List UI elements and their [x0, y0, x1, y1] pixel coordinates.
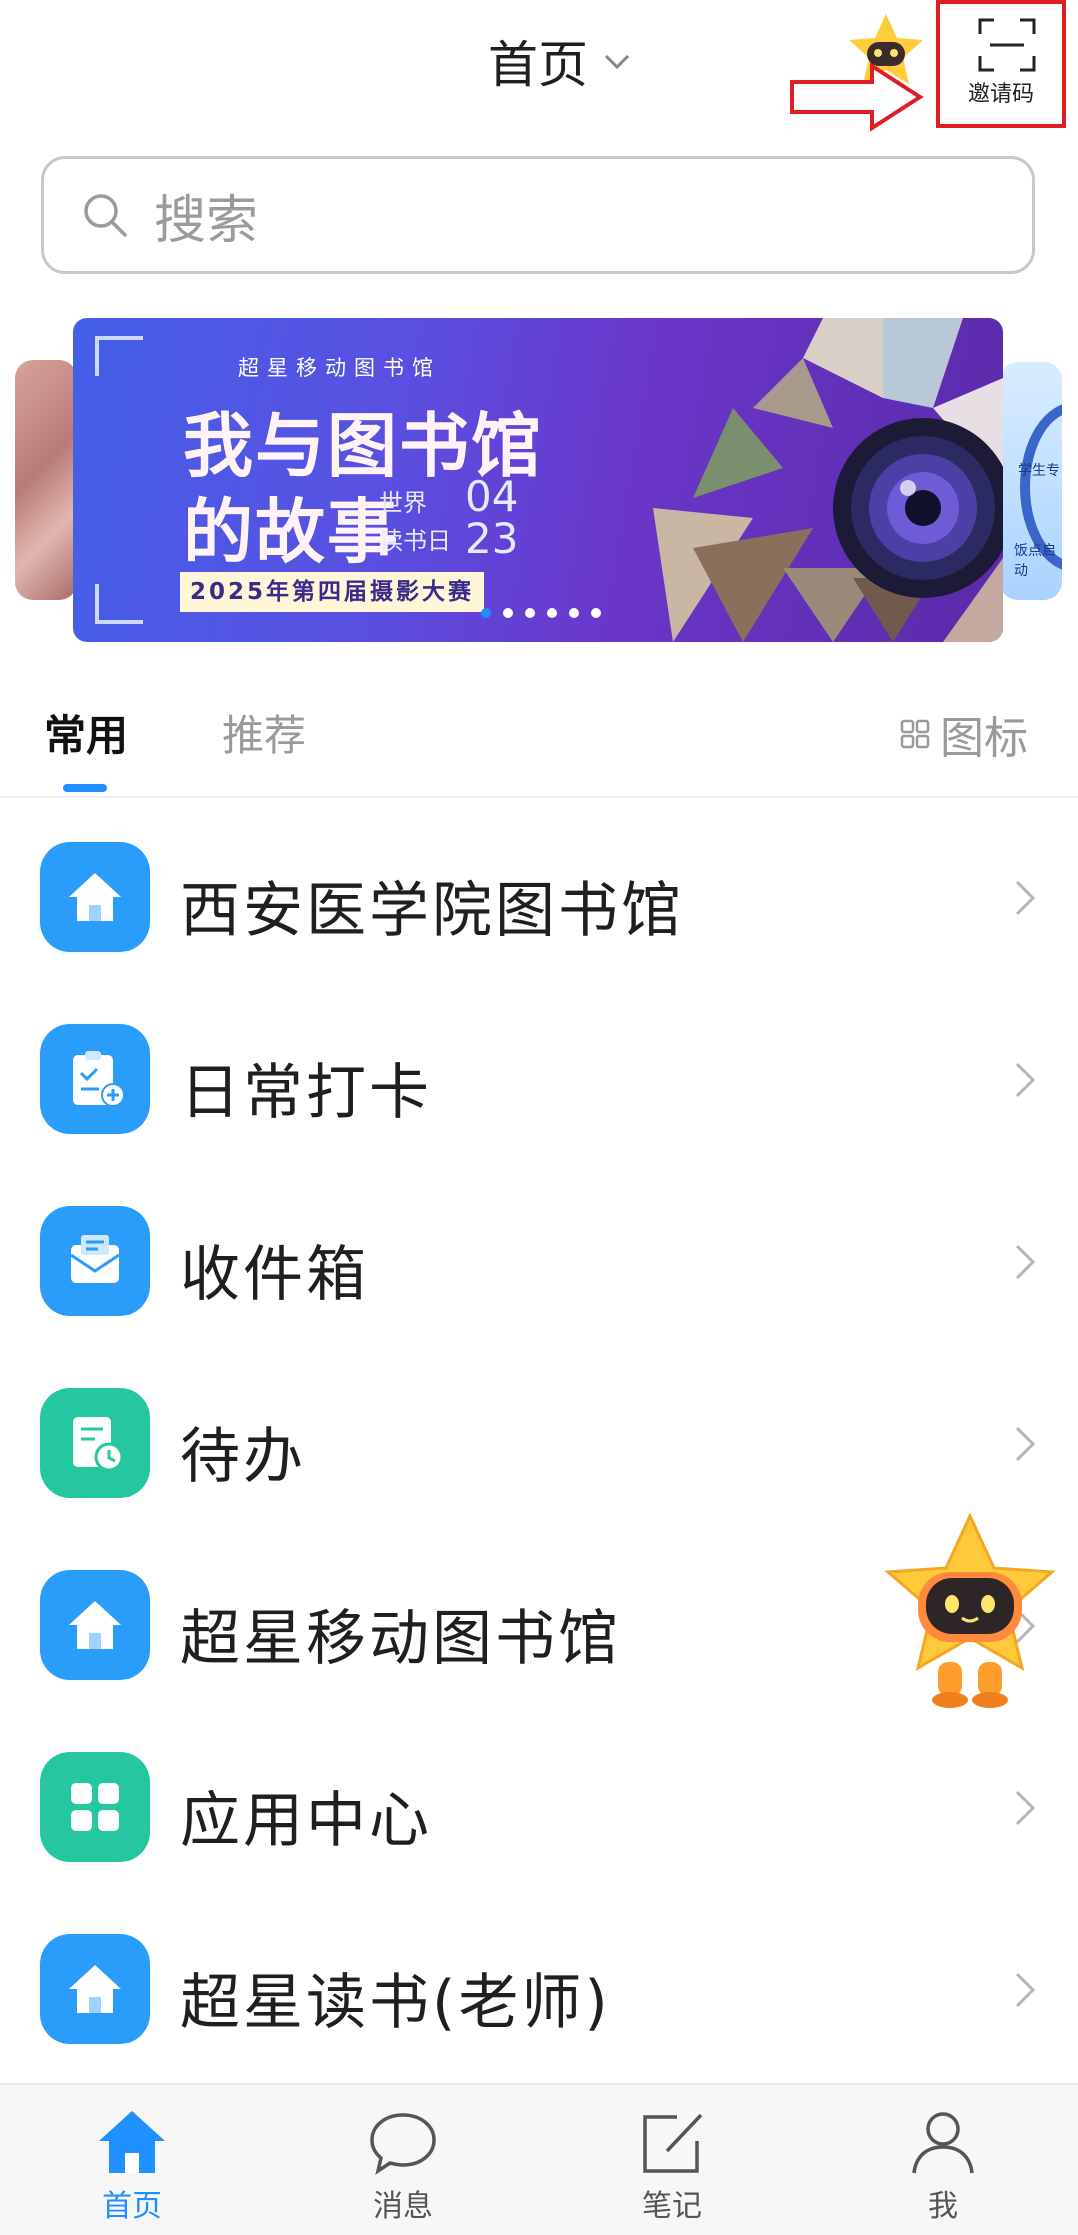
clipboard-checkin-icon — [40, 1024, 150, 1134]
nav-home-label: 首页 — [102, 2189, 162, 2224]
scan-label: 邀请码 — [967, 82, 1034, 107]
list-item-label: 应用中心 — [180, 1786, 432, 1856]
tab-common[interactable]: 常用 — [44, 702, 128, 763]
nav-home[interactable]: 首页 — [62, 2107, 202, 2225]
list-item-label: 待办 — [180, 1422, 306, 1492]
chevron-right-icon — [1015, 1244, 1036, 1280]
nav-notes-label: 笔记 — [642, 2189, 702, 2224]
chevron-right-icon — [1015, 1426, 1036, 1462]
carousel-dot — [569, 608, 579, 618]
chevron-down-icon — [604, 54, 630, 70]
nav-notes[interactable]: 笔记 — [602, 2107, 742, 2225]
home-icon — [40, 1934, 150, 2044]
home-icon — [40, 1570, 150, 1680]
todo-clock-icon — [40, 1388, 150, 1498]
note-edit-icon — [643, 2113, 703, 2173]
carousel-dot — [591, 608, 601, 618]
list-item[interactable]: 西安医学院图书馆 — [0, 800, 1078, 982]
chevron-right-icon — [1015, 880, 1036, 916]
banner-frame-corner — [95, 336, 143, 376]
app-grid-icon — [40, 1752, 150, 1862]
banner-carousel[interactable]: 超星移动图书馆 我与图书馆 的故事 世界 读书日 04 23 2025年第四届摄… — [73, 318, 1003, 642]
banner-world: 世界 — [379, 489, 427, 517]
list-item-label: 西安医学院图书馆 — [180, 876, 684, 946]
chat-bubble-icon — [370, 2113, 436, 2175]
bottom-nav: 首页 消息 笔记 我 — [0, 2083, 1078, 2235]
divider — [0, 796, 1078, 798]
banner-day: 23 — [465, 514, 519, 563]
banner-frame-corner — [95, 584, 143, 624]
carousel-dot — [547, 608, 557, 618]
banner-prev-slide[interactable] — [15, 360, 77, 600]
scan-icon — [978, 18, 1036, 72]
star-mascot-floating-icon[interactable] — [880, 1512, 1060, 1712]
search-placeholder: 搜索 — [154, 190, 259, 251]
annotation-arrow-icon — [790, 62, 924, 132]
carousel-dot — [503, 608, 513, 618]
list-item[interactable]: 应用中心 — [0, 1710, 1078, 1892]
active-tab-indicator — [63, 784, 107, 792]
tab-recommend[interactable]: 推荐 — [222, 702, 306, 763]
list-item[interactable]: 超星读书(老师) — [0, 1892, 1078, 2074]
banner-next-text-1: 学生专 — [1018, 463, 1060, 479]
carousel-indicator — [481, 608, 601, 618]
list-item-label: 收件箱 — [180, 1240, 369, 1310]
list-item[interactable]: 收件箱 — [0, 1164, 1078, 1346]
nav-me-label: 我 — [928, 2189, 958, 2224]
nav-messages[interactable]: 消息 — [333, 2107, 473, 2225]
icon-view-toggle[interactable]: 图标 — [900, 702, 1028, 766]
page-title: 首页 — [488, 36, 588, 94]
search-input[interactable]: 搜索 — [41, 156, 1035, 274]
list-item[interactable]: 日常打卡 — [0, 982, 1078, 1164]
icon-view-label: 图标 — [940, 713, 1028, 764]
carousel-dot — [525, 608, 535, 618]
banner-contest: 2025年第四届摄影大赛 — [180, 572, 485, 612]
banner-next-text-2: 饭点启动 — [1014, 543, 1056, 579]
list-item[interactable]: 待办 — [0, 1346, 1078, 1528]
home-icon — [40, 842, 150, 952]
banner-next-slide[interactable]: 学生专 饭点启动 — [1000, 362, 1062, 600]
nav-me[interactable]: 我 — [873, 2107, 1013, 2225]
carousel-dot — [481, 608, 491, 618]
list-item-label: 超星移动图书馆 — [180, 1604, 621, 1674]
top-bar: 首页 邀请码 — [0, 0, 1078, 132]
grid-icon — [900, 719, 930, 749]
invite-code-scan-button[interactable]: 邀请码 — [936, 0, 1066, 128]
chevron-right-icon — [1015, 1790, 1036, 1826]
list-item-label: 超星读书(老师) — [180, 1968, 611, 2038]
search-icon — [84, 194, 127, 237]
nav-messages-label: 消息 — [373, 2189, 433, 2224]
home-switcher[interactable]: 首页 — [488, 26, 632, 96]
banner-headline-2: 的故事 — [183, 491, 399, 573]
list-item-label: 日常打卡 — [180, 1058, 432, 1128]
inbox-envelope-icon — [40, 1206, 150, 1316]
chevron-right-icon — [1015, 1062, 1036, 1098]
camera-lens-collage — [653, 318, 1003, 642]
home-icon — [99, 2111, 165, 2173]
section-tabs: 常用 推荐 图标 — [0, 690, 1078, 796]
chevron-right-icon — [1015, 1972, 1036, 2008]
user-profile-icon — [912, 2112, 974, 2174]
banner-reading-day: 读书日 — [379, 527, 451, 555]
banner-subtitle: 超星移动图书馆 — [238, 356, 441, 380]
